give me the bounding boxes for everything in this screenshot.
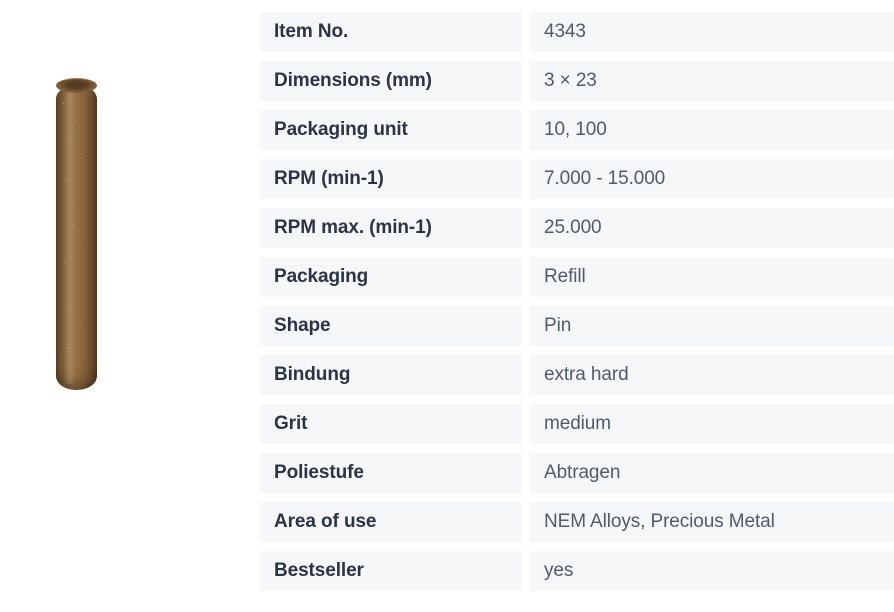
pin-top-cap (56, 78, 97, 93)
spec-label-dimensions: Dimensions (mm) (260, 61, 522, 101)
table-row: Bestseller yes (260, 551, 894, 591)
product-image-pane (0, 0, 256, 612)
table-row: Bindung extra hard (260, 355, 894, 395)
table-row: RPM max. (min-1) 25.000 (260, 208, 894, 248)
spec-value-dimensions: 3 × 23 (530, 61, 894, 101)
spec-value-item-no: 4343 (530, 12, 894, 52)
specification-table-body: Item No. 4343 Dimensions (mm) 3 × 23 Pac… (260, 12, 894, 591)
spec-value-packaging-unit: 10, 100 (530, 110, 894, 150)
spec-label-item-no: Item No. (260, 12, 522, 52)
specification-pane: Item No. 4343 Dimensions (mm) 3 × 23 Pac… (256, 0, 894, 612)
spec-value-area-of-use: NEM Alloys, Precious Metal (530, 502, 894, 542)
table-row: Dimensions (mm) 3 × 23 (260, 61, 894, 101)
spec-label-rpm: RPM (min-1) (260, 159, 522, 199)
spec-label-poliestufe: Poliestufe (260, 453, 522, 493)
product-detail-page: Item No. 4343 Dimensions (mm) 3 × 23 Pac… (0, 0, 894, 612)
spec-label-rpm-max: RPM max. (min-1) (260, 208, 522, 248)
spec-label-packaging-unit: Packaging unit (260, 110, 522, 150)
spec-value-packaging: Refill (530, 257, 894, 297)
spec-value-grit: medium (530, 404, 894, 444)
product-image[interactable] (56, 78, 97, 390)
spec-label-grit: Grit (260, 404, 522, 444)
table-row: Item No. 4343 (260, 12, 894, 52)
spec-label-packaging: Packaging (260, 257, 522, 297)
pin-highlight (64, 92, 76, 384)
spec-value-rpm: 7.000 - 15.000 (530, 159, 894, 199)
table-row: Poliestufe Abtragen (260, 453, 894, 493)
spec-value-poliestufe: Abtragen (530, 453, 894, 493)
table-row: RPM (min-1) 7.000 - 15.000 (260, 159, 894, 199)
spec-value-rpm-max: 25.000 (530, 208, 894, 248)
spec-label-area-of-use: Area of use (260, 502, 522, 542)
table-row: Shape Pin (260, 306, 894, 346)
spec-value-bestseller: yes (530, 551, 894, 591)
table-row: Packaging Refill (260, 257, 894, 297)
spec-label-bindung: Bindung (260, 355, 522, 395)
spec-label-bestseller: Bestseller (260, 551, 522, 591)
table-row: Area of use NEM Alloys, Precious Metal (260, 502, 894, 542)
table-row: Packaging unit 10, 100 (260, 110, 894, 150)
specification-table: Item No. 4343 Dimensions (mm) 3 × 23 Pac… (252, 3, 894, 600)
spec-value-shape: Pin (530, 306, 894, 346)
pin-grit-texture (56, 85, 97, 390)
spec-value-bindung: extra hard (530, 355, 894, 395)
spec-label-shape: Shape (260, 306, 522, 346)
table-row: Grit medium (260, 404, 894, 444)
